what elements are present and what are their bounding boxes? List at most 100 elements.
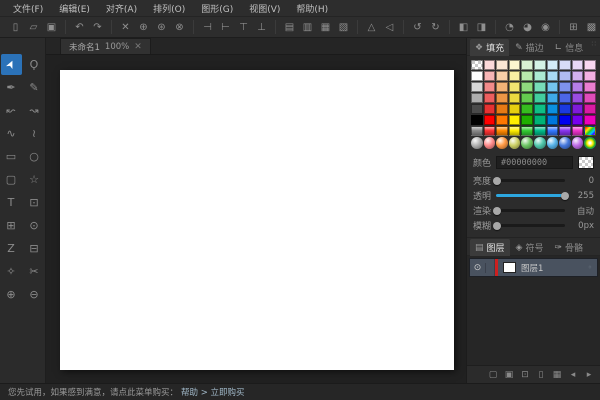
curve-tool[interactable]: ∿ bbox=[1, 123, 22, 144]
palette-swatch-r3c1[interactable] bbox=[483, 93, 496, 103]
grid-toggle-icon[interactable]: ⊞ bbox=[565, 19, 582, 36]
frame-tool[interactable]: ⊞ bbox=[1, 215, 22, 236]
menu-item-0[interactable]: 文件(F) bbox=[6, 1, 50, 16]
zigzag-tool[interactable]: Z bbox=[1, 238, 22, 259]
star-tool[interactable]: ☆ bbox=[24, 169, 45, 190]
palette-swatch-r1c7[interactable] bbox=[559, 71, 571, 81]
opacity-slider-handle[interactable] bbox=[561, 191, 569, 200]
layer-visibility-icon[interactable]: ⊙ bbox=[470, 262, 486, 273]
palette-swatch-r0c5[interactable] bbox=[534, 60, 546, 70]
current-color-swatch[interactable] bbox=[578, 156, 594, 169]
duplicate-layer-icon[interactable]: ⊡ bbox=[518, 368, 532, 382]
union-icon[interactable]: ◔ bbox=[501, 19, 518, 36]
palette-swatch-r3c6[interactable] bbox=[546, 93, 559, 103]
tab-layers[interactable]: ▤ 图层 bbox=[470, 239, 510, 256]
palette-swatch-r2c5[interactable] bbox=[534, 82, 546, 92]
palette-sphere-swatch-c2[interactable] bbox=[496, 137, 508, 149]
palette-swatch-r5c3[interactable] bbox=[508, 115, 521, 125]
palette-swatch-r0c8[interactable] bbox=[571, 60, 584, 70]
palette-swatch-r5c8[interactable] bbox=[571, 115, 584, 125]
palette-swatch-r3c0[interactable] bbox=[471, 93, 483, 103]
palette-swatch-r1c4[interactable] bbox=[521, 71, 533, 81]
palette-swatch-r0c0[interactable] bbox=[471, 60, 483, 70]
palette-swatch-r1c3[interactable] bbox=[508, 71, 521, 81]
palette-swatch-r5c1[interactable] bbox=[483, 115, 496, 125]
palette-gloss-swatch-c8[interactable] bbox=[571, 126, 584, 136]
palette-swatch-r0c2[interactable] bbox=[496, 60, 508, 70]
split-tool[interactable]: ⊟ bbox=[24, 238, 45, 259]
save-icon[interactable]: ▣ bbox=[43, 19, 60, 36]
image-tool[interactable]: ⊡ bbox=[24, 192, 45, 213]
flip-vertical-icon[interactable]: △ bbox=[363, 19, 380, 36]
palette-swatch-r5c4[interactable] bbox=[521, 115, 533, 125]
render-slider-handle[interactable] bbox=[493, 206, 502, 215]
palette-sphere-swatch-c9[interactable] bbox=[584, 137, 596, 149]
palette-gloss-swatch-c7[interactable] bbox=[559, 126, 571, 136]
render-slider[interactable] bbox=[493, 206, 565, 215]
rotate-right-icon[interactable]: ↻ bbox=[427, 19, 444, 36]
trash-icon[interactable]: ⊗ bbox=[171, 19, 188, 36]
select-tool[interactable]: ➤ bbox=[0, 54, 22, 75]
palette-gloss-swatch-c6[interactable] bbox=[546, 126, 559, 136]
palette-swatch-r5c6[interactable] bbox=[546, 115, 559, 125]
spiral-tool[interactable]: ⊙ bbox=[24, 215, 45, 236]
canvas-area[interactable] bbox=[46, 55, 466, 383]
opacity-slider[interactable] bbox=[496, 191, 569, 200]
brightness-slider[interactable] bbox=[493, 176, 565, 185]
tab-bones[interactable]: ✑ 骨骼 bbox=[549, 239, 588, 256]
add-layer-icon[interactable]: ▢ bbox=[486, 368, 500, 382]
palette-swatch-r2c9[interactable] bbox=[584, 82, 596, 92]
prev-layer-icon[interactable]: ◂ bbox=[566, 368, 580, 382]
palette-sphere-swatch-c8[interactable] bbox=[571, 137, 584, 149]
undo-icon[interactable]: ↶ bbox=[71, 19, 88, 36]
palette-swatch-r5c0[interactable] bbox=[471, 115, 483, 125]
palette-sphere-swatch-c0[interactable] bbox=[471, 137, 483, 149]
copy-icon[interactable]: ⊕ bbox=[135, 19, 152, 36]
palette-swatch-r4c7[interactable] bbox=[559, 104, 571, 114]
buy-now-link[interactable]: 帮助 > 立即购买 bbox=[181, 386, 245, 398]
palette-swatch-r4c3[interactable] bbox=[508, 104, 521, 114]
add-group-icon[interactable]: ▣ bbox=[502, 368, 516, 382]
palette-swatch-r5c7[interactable] bbox=[559, 115, 571, 125]
tab-close-icon[interactable]: ✕ bbox=[134, 42, 142, 52]
palette-gloss-swatch-c3[interactable] bbox=[508, 126, 521, 136]
palette-swatch-r4c8[interactable] bbox=[571, 104, 584, 114]
palette-swatch-r4c9[interactable] bbox=[584, 104, 596, 114]
palette-gloss-swatch-c0[interactable] bbox=[471, 126, 483, 136]
palette-swatch-r4c5[interactable] bbox=[534, 104, 546, 114]
palette-swatch-r0c9[interactable] bbox=[584, 60, 596, 70]
intersect-icon[interactable]: ◕ bbox=[519, 19, 536, 36]
palette-swatch-r3c7[interactable] bbox=[559, 93, 571, 103]
palette-sphere-swatch-c1[interactable] bbox=[483, 137, 496, 149]
layer-lock-icon[interactable]: ◦ bbox=[583, 263, 597, 272]
palette-swatch-r2c6[interactable] bbox=[546, 82, 559, 92]
palette-swatch-r2c1[interactable] bbox=[483, 82, 496, 92]
menu-item-1[interactable]: 编辑(E) bbox=[52, 1, 97, 16]
palette-swatch-r0c6[interactable] bbox=[546, 60, 559, 70]
menu-item-6[interactable]: 帮助(H) bbox=[289, 1, 335, 16]
palette-swatch-r2c8[interactable] bbox=[571, 82, 584, 92]
palette-gloss-swatch-c5[interactable] bbox=[534, 126, 546, 136]
palette-gloss-swatch-c1[interactable] bbox=[483, 126, 496, 136]
palette-swatch-r4c0[interactable] bbox=[471, 104, 483, 114]
skew-icon[interactable]: ◨ bbox=[473, 19, 490, 36]
palette-gloss-swatch-c4[interactable] bbox=[521, 126, 533, 136]
palette-swatch-r0c4[interactable] bbox=[521, 60, 533, 70]
group-icon[interactable]: ▤ bbox=[281, 19, 298, 36]
palette-swatch-r0c3[interactable] bbox=[508, 60, 521, 70]
speech-bubble-tool[interactable]: ▢ bbox=[1, 169, 22, 190]
new-file-icon[interactable]: ▯ bbox=[7, 19, 24, 36]
menu-item-5[interactable]: 视图(V) bbox=[242, 1, 287, 16]
blur-slider-handle[interactable] bbox=[493, 221, 502, 230]
document-tab[interactable]: 未命名1 100% ✕ bbox=[60, 38, 151, 54]
palette-swatch-r4c6[interactable] bbox=[546, 104, 559, 114]
palette-swatch-r0c1[interactable] bbox=[483, 60, 496, 70]
dropper-tool[interactable]: ✧ bbox=[1, 261, 22, 282]
zoom-out-tool[interactable]: ⊖ bbox=[24, 284, 45, 305]
color-value-input[interactable]: #00000000 bbox=[496, 156, 573, 169]
ruler-toggle-icon[interactable]: ▩ bbox=[583, 19, 600, 36]
palette-swatch-r3c9[interactable] bbox=[584, 93, 596, 103]
knife-tool[interactable]: ✂ bbox=[24, 261, 45, 282]
palette-swatch-r4c1[interactable] bbox=[483, 104, 496, 114]
align-right-icon[interactable]: ⊢ bbox=[217, 19, 234, 36]
